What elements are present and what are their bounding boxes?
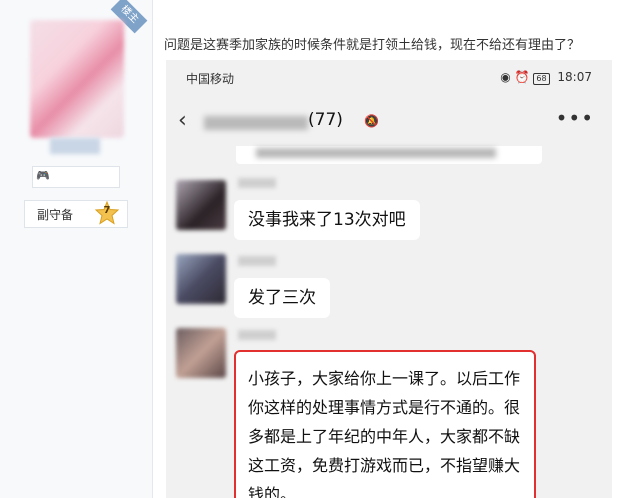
message-bubble: 没事我来了13次对吧 (234, 200, 420, 240)
alarm-icon: ⏰ (514, 70, 530, 84)
medal-box: 🎮 (32, 166, 120, 188)
avatar[interactable] (176, 254, 226, 304)
rank-star-icon: 7 (94, 200, 120, 225)
status-right: ◉ ⏰ 68 18:07 (500, 70, 592, 85)
blurred-text (256, 148, 496, 158)
phone-screenshot: 中国移动 ◉ ⏰ 68 18:07 ‹ (77) 🔕 ••• 没事我来了13次对… (166, 60, 612, 498)
sender-name (238, 178, 276, 188)
message-bubble: 发了三次 (234, 278, 330, 318)
group-member-count: (77) (308, 110, 343, 130)
message-bubble-cutoff (236, 146, 542, 164)
group-name (204, 116, 308, 130)
rank-level: 7 (103, 205, 111, 216)
rank-label: 副守备 (37, 208, 74, 222)
carrier-label: 中国移动 (186, 72, 235, 86)
eye-icon: ◉ (500, 70, 511, 84)
author-name[interactable] (50, 138, 100, 154)
status-bar: 中国移动 ◉ ⏰ 68 18:07 (166, 60, 612, 94)
gamepad-icon: 🎮 (36, 169, 50, 182)
post-content: 问题是这赛季加家族的时候条件就是打领土给钱，现在不给还有理由了？ (164, 38, 581, 53)
battery-icon: 68 (533, 73, 550, 85)
mute-icon: 🔕 (364, 114, 379, 128)
author-avatar[interactable] (30, 20, 124, 138)
avatar[interactable] (176, 328, 226, 378)
message-bubble-highlighted: 小孩子，大家给你上一课了。以后工作你这样的处理事情方式是行不通的。很多都是上了年… (234, 350, 536, 498)
avatar[interactable] (176, 180, 226, 230)
more-icon[interactable]: ••• (556, 106, 594, 130)
sender-name (238, 256, 276, 266)
clock: 18:07 (557, 70, 592, 84)
rank-box: 副守备 7 (24, 200, 128, 228)
author-sidebar: 楼主 🎮 副守备 7 (0, 0, 153, 498)
back-icon[interactable]: ‹ (178, 108, 187, 133)
sender-name (238, 330, 276, 340)
chat-header: ‹ (77) 🔕 ••• (166, 100, 612, 140)
